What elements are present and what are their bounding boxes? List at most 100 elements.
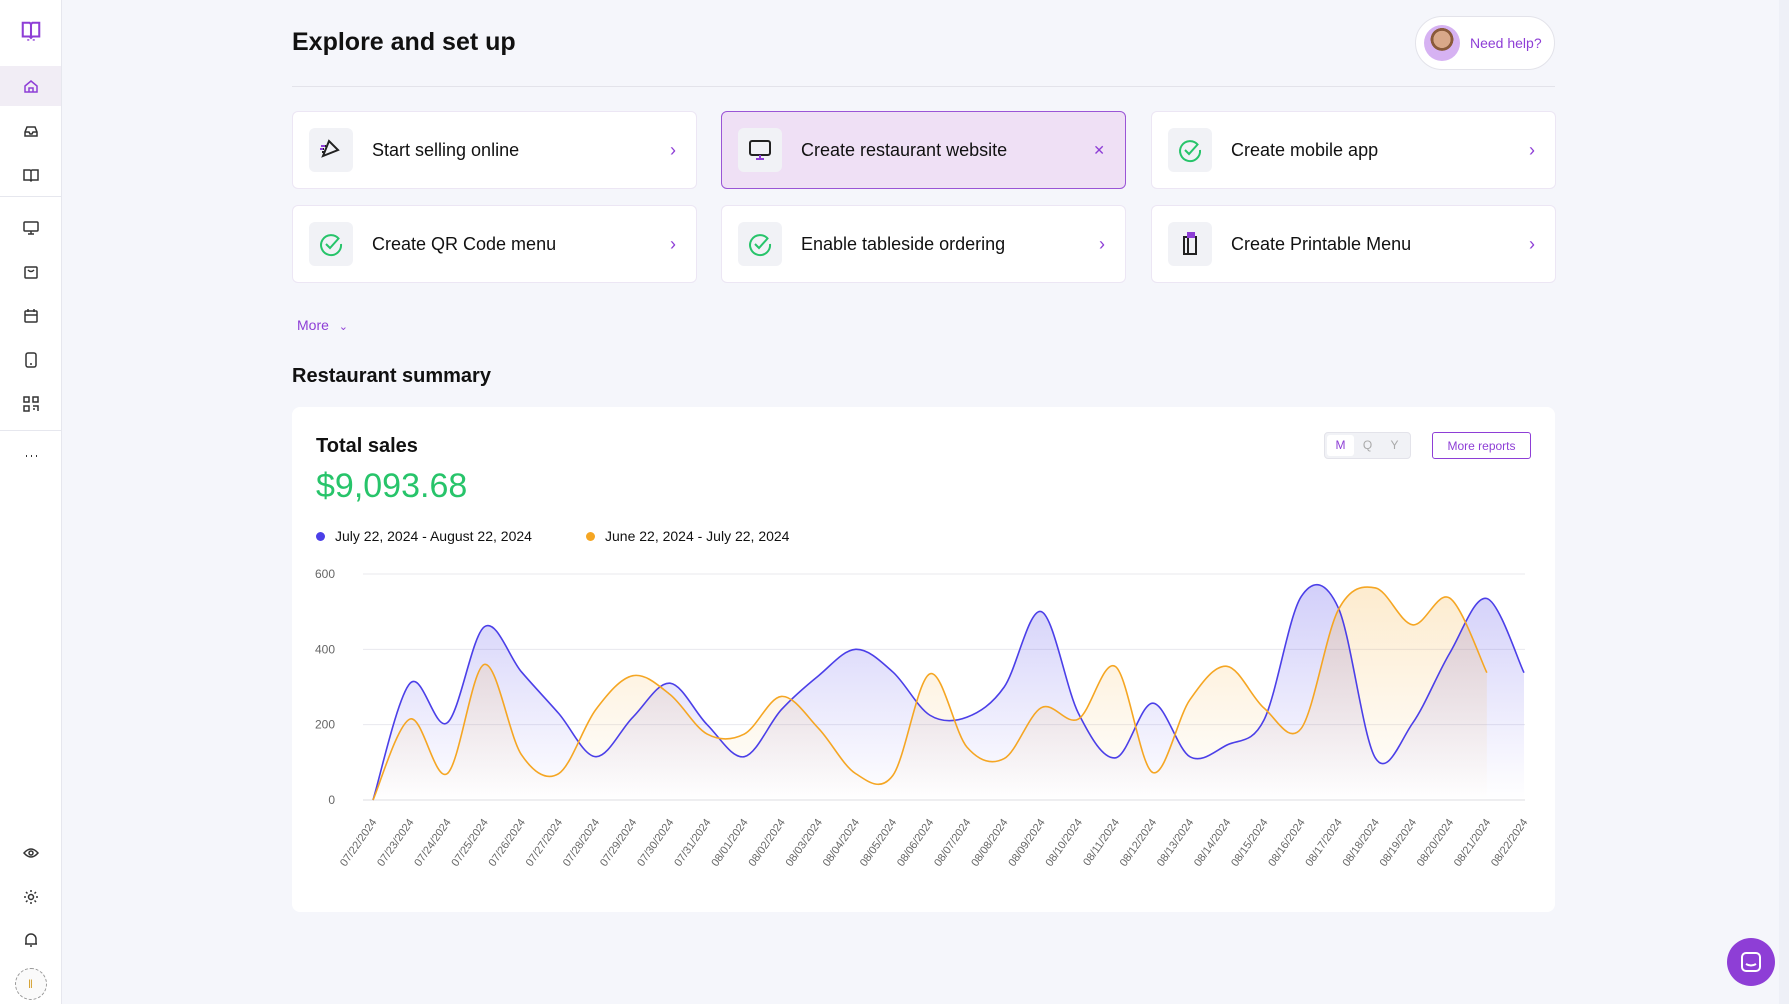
sidebar-item-website[interactable] — [0, 208, 61, 248]
inbox-icon — [23, 126, 38, 137]
check-circle-icon — [738, 222, 782, 266]
total-sales-value: $9,093.68 — [316, 467, 468, 505]
legend-current: July 22, 2024 - August 22, 2024 — [316, 528, 532, 544]
y-tick-label: 0 — [328, 793, 335, 807]
more-reports-button[interactable]: More reports — [1432, 432, 1531, 459]
x-tick-label: 08/04/2024 — [821, 817, 862, 869]
x-tick-label: 07/26/2024 — [487, 817, 528, 869]
need-help-button[interactable]: Need help? — [1415, 16, 1555, 70]
x-tick-label: 08/06/2024 — [895, 817, 936, 869]
x-tick-label: 07/22/2024 — [338, 817, 379, 869]
x-tick-label: 08/11/2024 — [1081, 817, 1122, 868]
x-tick-label: 08/05/2024 — [858, 817, 899, 869]
setup-card[interactable]: Create QR Code menu › — [292, 205, 697, 283]
monitor-icon — [738, 128, 782, 172]
home-icon — [23, 80, 38, 93]
setup-card[interactable]: Create mobile app › — [1151, 111, 1556, 189]
period-toggle: M Q Y — [1324, 432, 1411, 459]
chevron-right-icon[interactable]: › — [670, 140, 676, 161]
need-help-label: Need help? — [1470, 35, 1542, 51]
sidebar-item-more[interactable] — [0, 436, 61, 476]
period-y[interactable]: Y — [1381, 435, 1408, 456]
calendar-icon — [23, 309, 38, 323]
setup-card-label: Create QR Code menu — [372, 233, 557, 254]
sidebar-item-notifications[interactable] — [0, 920, 61, 960]
x-tick-label: 08/21/2024 — [1452, 817, 1493, 869]
x-tick-label: 08/19/2024 — [1378, 817, 1419, 869]
x-tick-label: 07/31/2024 — [672, 817, 713, 869]
chat-icon — [1741, 952, 1761, 972]
support-avatar — [1424, 25, 1460, 61]
sidebar-item-inbox[interactable] — [0, 111, 61, 151]
restaurant-avatar[interactable]: ǁ — [0, 964, 61, 1004]
x-tick-label: 08/03/2024 — [784, 817, 825, 869]
chat-button[interactable] — [1727, 938, 1775, 986]
chevron-right-icon[interactable]: › — [1099, 234, 1105, 255]
chevron-down-icon: ⌄ — [338, 321, 349, 333]
x-tick-label: 08/20/2024 — [1415, 817, 1456, 869]
legend-label: July 22, 2024 - August 22, 2024 — [335, 528, 532, 544]
header-divider — [292, 86, 1555, 87]
check-circle-icon — [309, 222, 353, 266]
x-tick-label: 07/29/2024 — [598, 817, 639, 869]
pizza-icon — [309, 128, 353, 172]
scrollbar[interactable] — [1779, 0, 1789, 1004]
x-tick-label: 08/09/2024 — [1006, 817, 1047, 869]
book-icon — [22, 169, 39, 183]
setup-card-label: Start selling online — [372, 139, 520, 160]
x-tick-label: 08/01/2024 — [709, 817, 750, 869]
x-tick-label: 07/30/2024 — [635, 817, 676, 869]
printable-menu-icon — [1168, 222, 1212, 266]
x-tick-label: 08/17/2024 — [1303, 817, 1344, 869]
monitor-icon — [22, 221, 39, 235]
sidebar-item-reservations[interactable] — [0, 296, 61, 336]
sidebar-item-menu[interactable] — [0, 155, 61, 195]
x-tick-label: 08/22/2024 — [1489, 817, 1530, 869]
total-sales-title: Total sales — [316, 435, 418, 457]
chevron-right-icon[interactable]: › — [670, 234, 676, 255]
logo-icon[interactable] — [0, 11, 61, 51]
close-icon[interactable]: ✕ — [1093, 142, 1105, 159]
legend-previous: June 22, 2024 - July 22, 2024 — [586, 528, 789, 544]
chevron-right-icon[interactable]: › — [1529, 140, 1535, 161]
x-tick-label: 07/28/2024 — [561, 817, 602, 869]
gear-icon — [23, 890, 38, 904]
setup-card[interactable]: Create Printable Menu › — [1151, 205, 1556, 283]
more-toggle[interactable]: More ⌄ — [297, 317, 348, 333]
setup-card[interactable]: Enable tableside ordering › — [721, 205, 1126, 283]
bag-icon — [23, 266, 38, 279]
qr-code-icon — [22, 396, 39, 412]
x-tick-label: 08/14/2024 — [1192, 817, 1233, 869]
x-tick-label: 08/16/2024 — [1266, 817, 1307, 869]
sidebar-item-preview[interactable] — [0, 833, 61, 873]
chevron-right-icon[interactable]: › — [1529, 234, 1535, 255]
setup-card[interactable]: Create restaurant website ✕ — [721, 111, 1126, 189]
period-m[interactable]: M — [1327, 435, 1354, 456]
total-sales-card: 0 200 400 600 07/22/2024 07/23/2024 07/24/2024… — [292, 407, 1555, 912]
legend-label: June 22, 2024 - July 22, 2024 — [605, 528, 790, 544]
x-tick-label: 08/08/2024 — [969, 817, 1010, 869]
sidebar-item-orders[interactable] — [0, 252, 61, 292]
x-tick-label: 08/18/2024 — [1341, 817, 1382, 869]
setup-card[interactable]: Start selling online › — [292, 111, 697, 189]
x-tick-label: 07/27/2024 — [524, 817, 565, 869]
period-q[interactable]: Q — [1354, 435, 1381, 456]
x-tick-label: 08/13/2024 — [1155, 817, 1196, 869]
sales-chart: 0 200 400 600 07/22/202407/23/202407/24/2024… — [315, 567, 1530, 869]
x-tick-label: 08/15/2024 — [1229, 817, 1270, 869]
setup-card-label: Create restaurant website — [801, 139, 1008, 160]
y-tick-label: 600 — [315, 567, 335, 581]
more-icon — [25, 455, 37, 457]
x-tick-label: 07/24/2024 — [412, 817, 453, 869]
check-circle-icon — [1168, 128, 1212, 172]
x-tick-label: 08/12/2024 — [1118, 817, 1159, 869]
sidebar-item-qr[interactable] — [0, 384, 61, 424]
summary-title: Restaurant summary — [292, 365, 491, 387]
x-tick-label: 07/25/2024 — [449, 817, 490, 869]
y-tick-label: 200 — [315, 718, 335, 732]
sidebar-item-settings[interactable] — [0, 877, 61, 917]
x-tick-label: 08/10/2024 — [1043, 817, 1084, 869]
sidebar-item-home[interactable] — [0, 66, 61, 106]
sidebar-item-mobile-app[interactable] — [0, 340, 61, 380]
setup-card-label: Enable tableside ordering — [801, 233, 1006, 254]
